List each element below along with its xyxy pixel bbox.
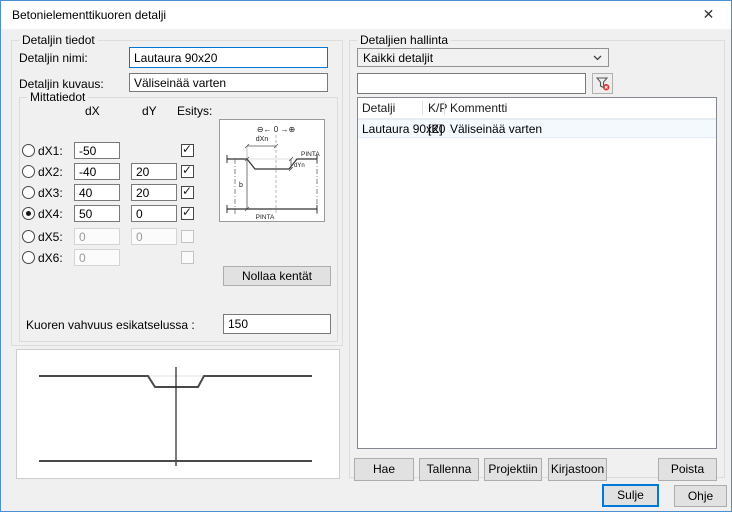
diagram-surface-top-label: PINTA	[301, 151, 320, 158]
group-detail-info-label: Detaljin tiedot	[19, 33, 98, 47]
dx4-input[interactable]	[74, 205, 120, 222]
column-separator[interactable]	[422, 101, 423, 115]
dy5-input	[131, 228, 177, 245]
diagram-dy-label: dYn	[294, 163, 305, 169]
shell-thickness-input[interactable]	[223, 314, 331, 334]
preview-drawing-canvas	[17, 350, 339, 478]
dx1-display-checkbox[interactable]: ✓	[181, 144, 194, 157]
checkmark-icon: ✓	[182, 205, 192, 219]
detail-description-label: Detaljin kuvaus:	[19, 77, 104, 91]
row-kp-cell: [K]	[428, 120, 443, 139]
detail-name-label: Detaljin nimi:	[19, 51, 88, 65]
detail-list-row[interactable]: Lautaura 90x20 [K] Väliseinää varten	[358, 119, 716, 138]
checkmark-icon: ✓	[182, 163, 192, 177]
checkmark-icon: ✓	[182, 184, 192, 198]
column-display-header: Esitys:	[177, 104, 212, 118]
detail-list[interactable]: Detalji K/P Kommentti Lautaura 90x20 [K]…	[357, 97, 717, 449]
list-column-detalji[interactable]: Detalji	[362, 98, 395, 119]
shell-thickness-label: Kuoren vahvuus esikatselussa :	[26, 318, 195, 332]
row-kommentti-cell: Väliseinää varten	[450, 120, 542, 139]
delete-button[interactable]: Poista	[658, 458, 717, 481]
close-dialog-button[interactable]: Sulje	[602, 484, 659, 507]
radio-dot	[26, 211, 31, 216]
detail-name-input[interactable]	[129, 47, 328, 68]
dx1-input[interactable]	[74, 142, 120, 159]
dialog-betonielementtikuoren-detalji: Betonielementtikuoren detalji ✕ Detaljin…	[0, 0, 732, 512]
row-dx3-label: dX3:	[38, 186, 63, 200]
reset-fields-button[interactable]: Nollaa kentät	[223, 266, 331, 286]
title-bar: Betonielementtikuoren detalji ✕	[1, 1, 731, 29]
dimension-diagram: ⊖← 0 →⊕ dXn dYn PINTA	[219, 119, 325, 222]
diagram-axis-label: ⊖← 0 →⊕	[257, 125, 295, 134]
dx3-display-checkbox[interactable]: ✓	[181, 186, 194, 199]
dy2-input[interactable]	[131, 163, 177, 180]
group-measurements-label: Mittatiedot	[27, 90, 88, 104]
dx2-display-checkbox[interactable]: ✓	[181, 165, 194, 178]
checkmark-icon: ✓	[182, 142, 192, 156]
close-icon[interactable]: ✕	[686, 1, 731, 29]
group-detail-management-label: Detaljien hallinta	[357, 33, 451, 47]
detail-list-header: Detalji K/P Kommentti	[358, 98, 716, 119]
radio-dx3[interactable]	[22, 186, 35, 199]
radio-dx1[interactable]	[22, 144, 35, 157]
radio-dx2[interactable]	[22, 165, 35, 178]
diagram-b-label: b	[239, 182, 243, 189]
preview-drawing	[16, 349, 340, 479]
dx4-display-checkbox[interactable]: ✓	[181, 207, 194, 220]
column-separator[interactable]	[444, 101, 445, 115]
help-button[interactable]: Ohje	[674, 485, 727, 507]
fetch-button[interactable]: Hae	[354, 458, 414, 481]
column-dy-header: dY	[142, 104, 157, 118]
detail-description-input[interactable]	[129, 73, 328, 92]
dx5-input	[74, 228, 120, 245]
diagram-surface-bottom-label: PINTA	[256, 214, 275, 221]
detail-search-input[interactable]	[357, 73, 586, 94]
dx6-display-checkbox: ✓	[181, 251, 194, 264]
detail-filter-dropdown[interactable]: Kaikki detaljit	[357, 48, 609, 67]
clear-filter-button[interactable]	[592, 73, 613, 94]
column-dx-header: dX	[85, 104, 100, 118]
detail-filter-dropdown-value: Kaikki detaljit	[363, 51, 433, 65]
dx5-display-checkbox: ✓	[181, 230, 194, 243]
dx2-input[interactable]	[74, 163, 120, 180]
dimension-diagram-drawing: ⊖← 0 →⊕ dXn dYn PINTA	[220, 120, 324, 221]
row-dx6-label: dX6:	[38, 251, 63, 265]
filter-remove-icon	[596, 77, 610, 91]
radio-dx4[interactable]	[22, 207, 35, 220]
row-dx5-label: dX5:	[38, 230, 63, 244]
list-column-kommentti[interactable]: Kommentti	[450, 98, 507, 119]
row-dx4-label: dX4:	[38, 207, 63, 221]
dx3-input[interactable]	[74, 184, 120, 201]
to-library-button[interactable]: Kirjastoon	[548, 458, 607, 481]
dialog-title: Betonielementtikuoren detalji	[12, 1, 166, 29]
save-button[interactable]: Tallenna	[419, 458, 479, 481]
dx6-input	[74, 249, 120, 266]
dy4-input[interactable]	[131, 205, 177, 222]
row-dx2-label: dX2:	[38, 165, 63, 179]
row-dx1-label: dX1:	[38, 144, 63, 158]
dy3-input[interactable]	[131, 184, 177, 201]
radio-dx6[interactable]	[22, 251, 35, 264]
radio-dx5[interactable]	[22, 230, 35, 243]
diagram-dx-label: dXn	[256, 136, 269, 143]
chevron-down-icon	[593, 55, 602, 61]
to-project-button[interactable]: Projektiin	[484, 458, 542, 481]
